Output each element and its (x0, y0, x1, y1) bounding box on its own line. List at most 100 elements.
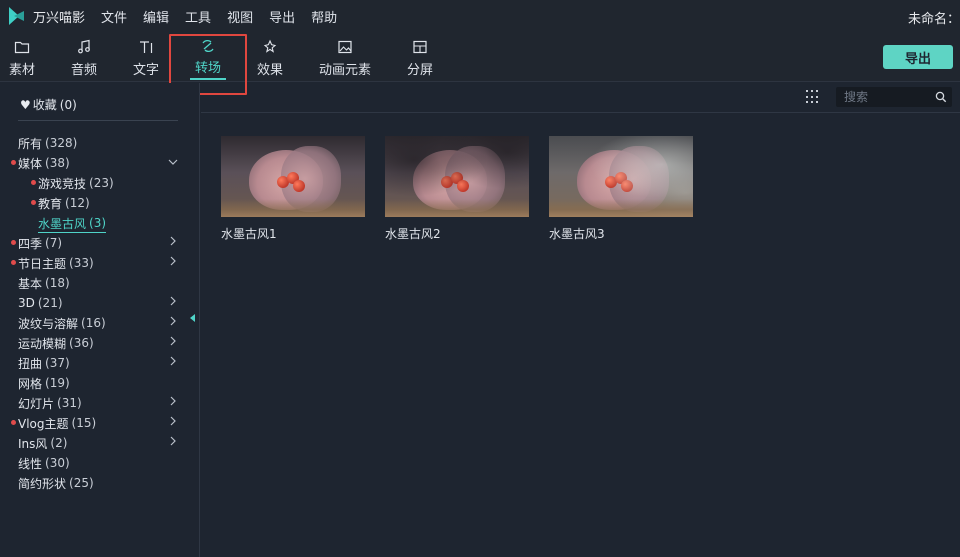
chevron-right-icon[interactable] (168, 356, 178, 366)
folder-icon (14, 36, 30, 58)
new-dot-icon (11, 240, 16, 245)
menu-export[interactable]: 导出 (269, 7, 295, 26)
chevron-right-icon[interactable] (168, 316, 178, 326)
category-label: 幻灯片 (18, 396, 55, 411)
chevron-right-icon[interactable] (168, 416, 178, 426)
category-label: 媒体 (18, 156, 43, 171)
split-screen-icon (412, 36, 428, 58)
chevron-right-icon[interactable] (168, 336, 178, 346)
grid-view-icon[interactable] (806, 90, 820, 104)
text-icon (138, 36, 154, 58)
tab-label: 效果 (256, 63, 283, 78)
tab-material[interactable]: 素材 (8, 36, 36, 80)
search-icon[interactable] (935, 91, 947, 103)
category-item[interactable]: 线性 (30) (18, 454, 70, 472)
chevron-right-icon[interactable] (168, 296, 178, 306)
category-item[interactable]: 教育 (12) (38, 194, 90, 212)
chevron-right-icon[interactable] (168, 396, 178, 406)
chevron-right-icon[interactable] (168, 256, 178, 266)
tab-text[interactable]: 文字 (132, 36, 160, 80)
category-label: 游戏竞技 (38, 176, 87, 191)
menu-edit[interactable]: 编辑 (143, 7, 169, 26)
tab-label: 动画元素 (318, 63, 371, 78)
category-label: 运动模糊 (18, 336, 67, 351)
category-item[interactable]: 游戏竞技 (23) (38, 174, 114, 192)
category-count: (2) (50, 436, 68, 450)
category-count: (36) (69, 336, 94, 350)
tab-label: 分屏 (406, 63, 433, 78)
category-item[interactable]: 3D (21) (18, 294, 63, 312)
export-button[interactable]: 导出 (883, 45, 953, 69)
app-title: 万兴喵影 (33, 10, 86, 26)
menu-help[interactable]: 帮助 (311, 7, 337, 26)
category-item-selected[interactable]: 水墨古风 (3) (38, 214, 107, 233)
category-label: 水墨古风 (38, 216, 87, 231)
category-label: 所有 (18, 136, 43, 151)
category-item[interactable]: 四季 (7) (18, 234, 62, 252)
search-input[interactable] (844, 90, 934, 104)
transition-thumbnail[interactable] (549, 136, 693, 217)
category-item[interactable]: 基本 (18) (18, 274, 70, 292)
category-item[interactable]: 节日主题 (33) (18, 254, 94, 272)
category-item[interactable]: 网格 (19) (18, 374, 70, 392)
category-label: 3D (18, 296, 35, 310)
document-title: 未命名： (907, 12, 960, 27)
chevron-right-icon[interactable] (168, 236, 178, 246)
category-count: (33) (69, 256, 94, 270)
search-box[interactable] (836, 87, 952, 107)
category-count: (12) (65, 196, 90, 210)
transition-icon (200, 36, 216, 56)
tab-transition[interactable]: 转场 (190, 36, 226, 80)
transition-item[interactable]: 水墨古风3 (549, 136, 693, 242)
tab-audio[interactable]: 音频 (70, 36, 98, 80)
category-item[interactable]: 所有 (328) (18, 134, 77, 152)
category-sidebar: ♥ 收藏 (0) 所有 (328) 媒体 (38) 游戏竞技 (23) 教育 (12) … (0, 83, 200, 557)
category-label: 节日主题 (18, 256, 67, 271)
category-label: 扭曲 (18, 356, 43, 371)
transition-name: 水墨古风1 (221, 227, 277, 241)
collapse-sidebar-icon[interactable] (190, 314, 195, 322)
tab-label: 文字 (132, 63, 159, 78)
category-item[interactable]: 波纹与溶解 (16) (18, 314, 106, 332)
chevron-down-icon[interactable] (168, 157, 178, 167)
transition-item[interactable]: 水墨古风2 (385, 136, 529, 242)
selected-underline (38, 232, 107, 233)
category-label: 四季 (18, 236, 43, 251)
divider (18, 120, 178, 121)
category-count: (31) (57, 396, 82, 410)
category-count: (16) (81, 316, 106, 330)
menu-view[interactable]: 视图 (227, 7, 253, 26)
transition-thumbnail[interactable] (385, 136, 529, 217)
category-item[interactable]: 扭曲 (37) (18, 354, 70, 372)
favorites-count: (0) (59, 97, 77, 112)
category-count: (15) (71, 416, 97, 430)
category-item[interactable]: Ins风 (2) (18, 434, 67, 452)
category-count: (328) (45, 136, 78, 150)
category-label: 波纹与溶解 (18, 316, 79, 331)
category-item[interactable]: 媒体 (38) (18, 154, 70, 172)
favorites-item[interactable]: ♥ 收藏 (0) (20, 96, 77, 113)
category-label: 网格 (18, 376, 43, 391)
tab-animation-elements[interactable]: 动画元素 (318, 36, 372, 80)
transition-thumbnail[interactable] (221, 136, 365, 217)
heart-icon: ♥ (20, 97, 31, 112)
category-count: (37) (45, 356, 70, 370)
category-label: 教育 (38, 196, 63, 211)
category-item[interactable]: Vlog主题 (15) (18, 414, 96, 432)
tab-label: 音频 (70, 63, 97, 78)
tab-split-screen[interactable]: 分屏 (406, 36, 434, 80)
menu-tools[interactable]: 工具 (185, 7, 211, 26)
transition-item[interactable]: 水墨古风1 (221, 136, 365, 242)
app-logo-icon (9, 7, 27, 25)
category-item[interactable]: 简约形状 (25) (18, 474, 94, 492)
menu-file[interactable]: 文件 (101, 7, 127, 26)
category-item[interactable]: 运动模糊 (36) (18, 334, 94, 352)
category-count: (3) (89, 216, 107, 230)
category-count: (38) (45, 156, 70, 170)
category-item[interactable]: 幻灯片 (31) (18, 394, 82, 412)
chevron-right-icon[interactable] (168, 436, 178, 446)
category-count: (30) (45, 456, 70, 470)
new-dot-icon (11, 420, 16, 425)
toolbar: 素材 音频 文字 转场 效果 动画元素 分屏 (0, 32, 960, 82)
tab-effects[interactable]: 效果 (256, 36, 284, 80)
